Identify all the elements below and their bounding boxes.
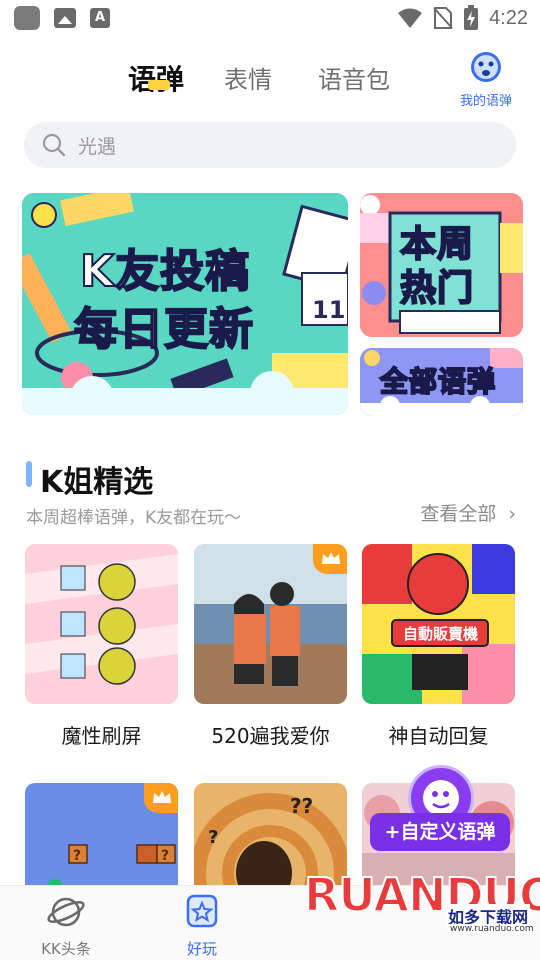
star-badge-icon xyxy=(186,894,218,928)
svg-text:?: ? xyxy=(73,848,81,864)
search-bar[interactable]: 光遇 xyxy=(24,122,516,168)
fab-label: +自定义语弹 xyxy=(370,813,510,851)
card-1-art xyxy=(25,544,178,704)
nav-label: 好玩 xyxy=(186,940,217,958)
font-notification-icon: A xyxy=(90,8,110,28)
my-yudan-button[interactable]: 我的语弹 xyxy=(454,50,518,109)
card-moxing-shuaping[interactable]: 魔性刷屏 xyxy=(25,544,178,749)
svg-text:11: 11 xyxy=(312,296,345,324)
tab-biaoqing[interactable]: 表情 xyxy=(224,60,272,95)
premium-crown-badge xyxy=(313,544,347,574)
card-520-love-you[interactable]: 520遍我爱你 xyxy=(194,544,347,749)
premium-crown-badge xyxy=(144,783,178,813)
banner-main-line1: K友投稿 xyxy=(79,245,251,298)
svg-text:?: ? xyxy=(208,827,218,848)
card-thumbnail xyxy=(194,544,347,704)
card-title: 魔性刷屏 xyxy=(61,724,142,748)
banner-weekly-hot[interactable]: 本周 热门 xyxy=(360,193,523,337)
section-subtitle: 本周超棒语弹，K友都在玩～ xyxy=(26,508,242,528)
section-accent-bar xyxy=(26,461,32,487)
my-yudan-icon xyxy=(471,52,501,82)
app-notification-icon xyxy=(14,6,40,30)
status-notifications: A xyxy=(14,6,110,30)
card-thumbnail: ? ? xyxy=(25,783,178,893)
tab-yuyinbao[interactable]: 语音包 xyxy=(318,60,390,95)
status-bar: A 4:22 xyxy=(0,0,540,36)
banner-main-line2: 每日更新 xyxy=(73,303,254,356)
image-notification-icon xyxy=(54,8,76,28)
no-sim-icon xyxy=(433,7,453,29)
active-tab-indicator xyxy=(148,80,170,90)
card-title: 520遍我爱你 xyxy=(211,724,330,748)
chevron-right-icon: › xyxy=(508,503,516,525)
banner-all-label: 全部语弹 xyxy=(379,364,497,399)
banner-k-friends-submit[interactable]: 11 K友投稿 每日更新 xyxy=(22,193,348,415)
card-mario-bricks[interactable]: ? ? xyxy=(25,783,178,893)
custom-yudan-fab[interactable]: +自定义语弹 xyxy=(370,765,520,855)
tab-yudan[interactable]: 语弹 xyxy=(128,58,184,98)
card-auto-reply[interactable]: 自動販賣機 神自动回复 xyxy=(362,544,515,749)
svg-text:?: ? xyxy=(161,848,169,864)
nav-kk-headlines[interactable]: KK头条 xyxy=(26,894,106,959)
search-placeholder: 光遇 xyxy=(78,135,117,158)
view-all-link[interactable]: 查看全部 › xyxy=(420,499,516,526)
view-all-label: 查看全部 xyxy=(420,503,497,525)
section-title: K姐精选 xyxy=(40,465,154,500)
crown-icon xyxy=(322,552,340,564)
card-thumbnail: 自動販賣機 xyxy=(362,544,515,704)
crown-icon xyxy=(153,791,171,803)
battery-charging-icon xyxy=(464,5,479,30)
svg-text:??: ?? xyxy=(290,794,313,818)
planet-icon xyxy=(47,897,85,927)
vending-label-text: 自動販賣機 xyxy=(403,625,478,643)
card-title: 神自动回复 xyxy=(388,724,489,748)
card-3-art: 自動販賣機 xyxy=(362,544,515,704)
status-time: 4:22 xyxy=(489,6,528,29)
nav-label: KK头条 xyxy=(41,940,91,958)
card-thumbnail xyxy=(25,544,178,704)
nav-fun[interactable]: 好玩 xyxy=(162,894,242,959)
watermark-url: www.ruanduo.com xyxy=(448,924,536,934)
banner-all-yudan[interactable]: 全部语弹 xyxy=(360,348,523,416)
banner-hot-line2: 热门 xyxy=(399,267,475,310)
my-yudan-label: 我的语弹 xyxy=(459,94,512,109)
status-right: 4:22 xyxy=(397,5,528,31)
site-watermark: RUANDUO 如多下载网 www.ruanduo.com xyxy=(298,862,540,950)
wifi-icon xyxy=(398,8,423,28)
search-icon xyxy=(42,133,66,157)
